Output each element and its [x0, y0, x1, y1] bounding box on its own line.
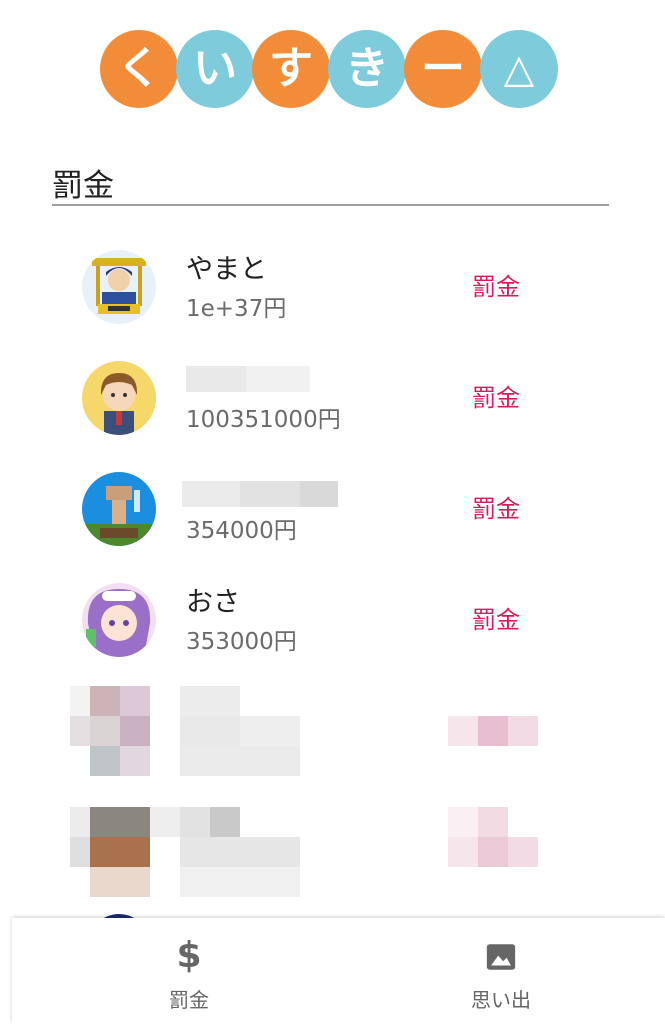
- player-amount: 353000円: [186, 629, 297, 655]
- logo-char-2: い: [176, 30, 254, 108]
- player-name: おさ: [186, 587, 240, 618]
- list-item: [0, 686, 665, 797]
- logo-char-6: △: [480, 30, 558, 108]
- avatar: [82, 250, 156, 324]
- player-amount: 354000円: [186, 518, 297, 544]
- avatar: [82, 472, 156, 546]
- redacted-name-block: [240, 481, 300, 507]
- logo-char-1: く: [100, 30, 178, 108]
- list-item: [0, 807, 665, 918]
- avatar: [82, 583, 156, 657]
- redacted-name-block: [186, 366, 246, 392]
- page-title: 罰金: [52, 168, 114, 204]
- app-logo: く い す き ー △: [100, 30, 560, 108]
- nav-label-fine: 罰金: [169, 988, 209, 1012]
- list-item: おさ 353000円 罰金: [0, 566, 665, 677]
- list-item: やまと 1e+37円 罰金: [0, 233, 665, 344]
- logo-char-4: き: [328, 30, 406, 108]
- image-icon: [338, 936, 664, 976]
- player-name: やまと: [186, 254, 267, 285]
- title-divider: [52, 204, 609, 206]
- redacted-name-block: [246, 366, 310, 392]
- player-amount: 100351000円: [186, 407, 341, 433]
- logo-char-3: す: [252, 30, 330, 108]
- list-item: 354000円 罰金: [0, 455, 665, 566]
- logo-char-5: ー: [404, 30, 482, 108]
- avatar: [82, 361, 156, 435]
- fine-button[interactable]: 罰金: [462, 263, 530, 306]
- fine-button[interactable]: 罰金: [462, 485, 530, 528]
- nav-label-memories: 思い出: [471, 988, 531, 1012]
- redacted-name-block: [300, 481, 338, 507]
- nav-tab-fine[interactable]: $ 罰金: [26, 918, 352, 1024]
- fine-button[interactable]: 罰金: [462, 596, 530, 639]
- list-item: 100351000円 罰金: [0, 344, 665, 455]
- dollar-icon: $: [176, 935, 202, 976]
- redacted-name-block: [182, 481, 240, 507]
- fine-button[interactable]: 罰金: [462, 374, 530, 417]
- nav-tab-memories[interactable]: 思い出: [338, 918, 664, 1024]
- bottom-navigation: $ 罰金 思い出: [12, 918, 665, 1024]
- player-amount: 1e+37円: [186, 296, 287, 322]
